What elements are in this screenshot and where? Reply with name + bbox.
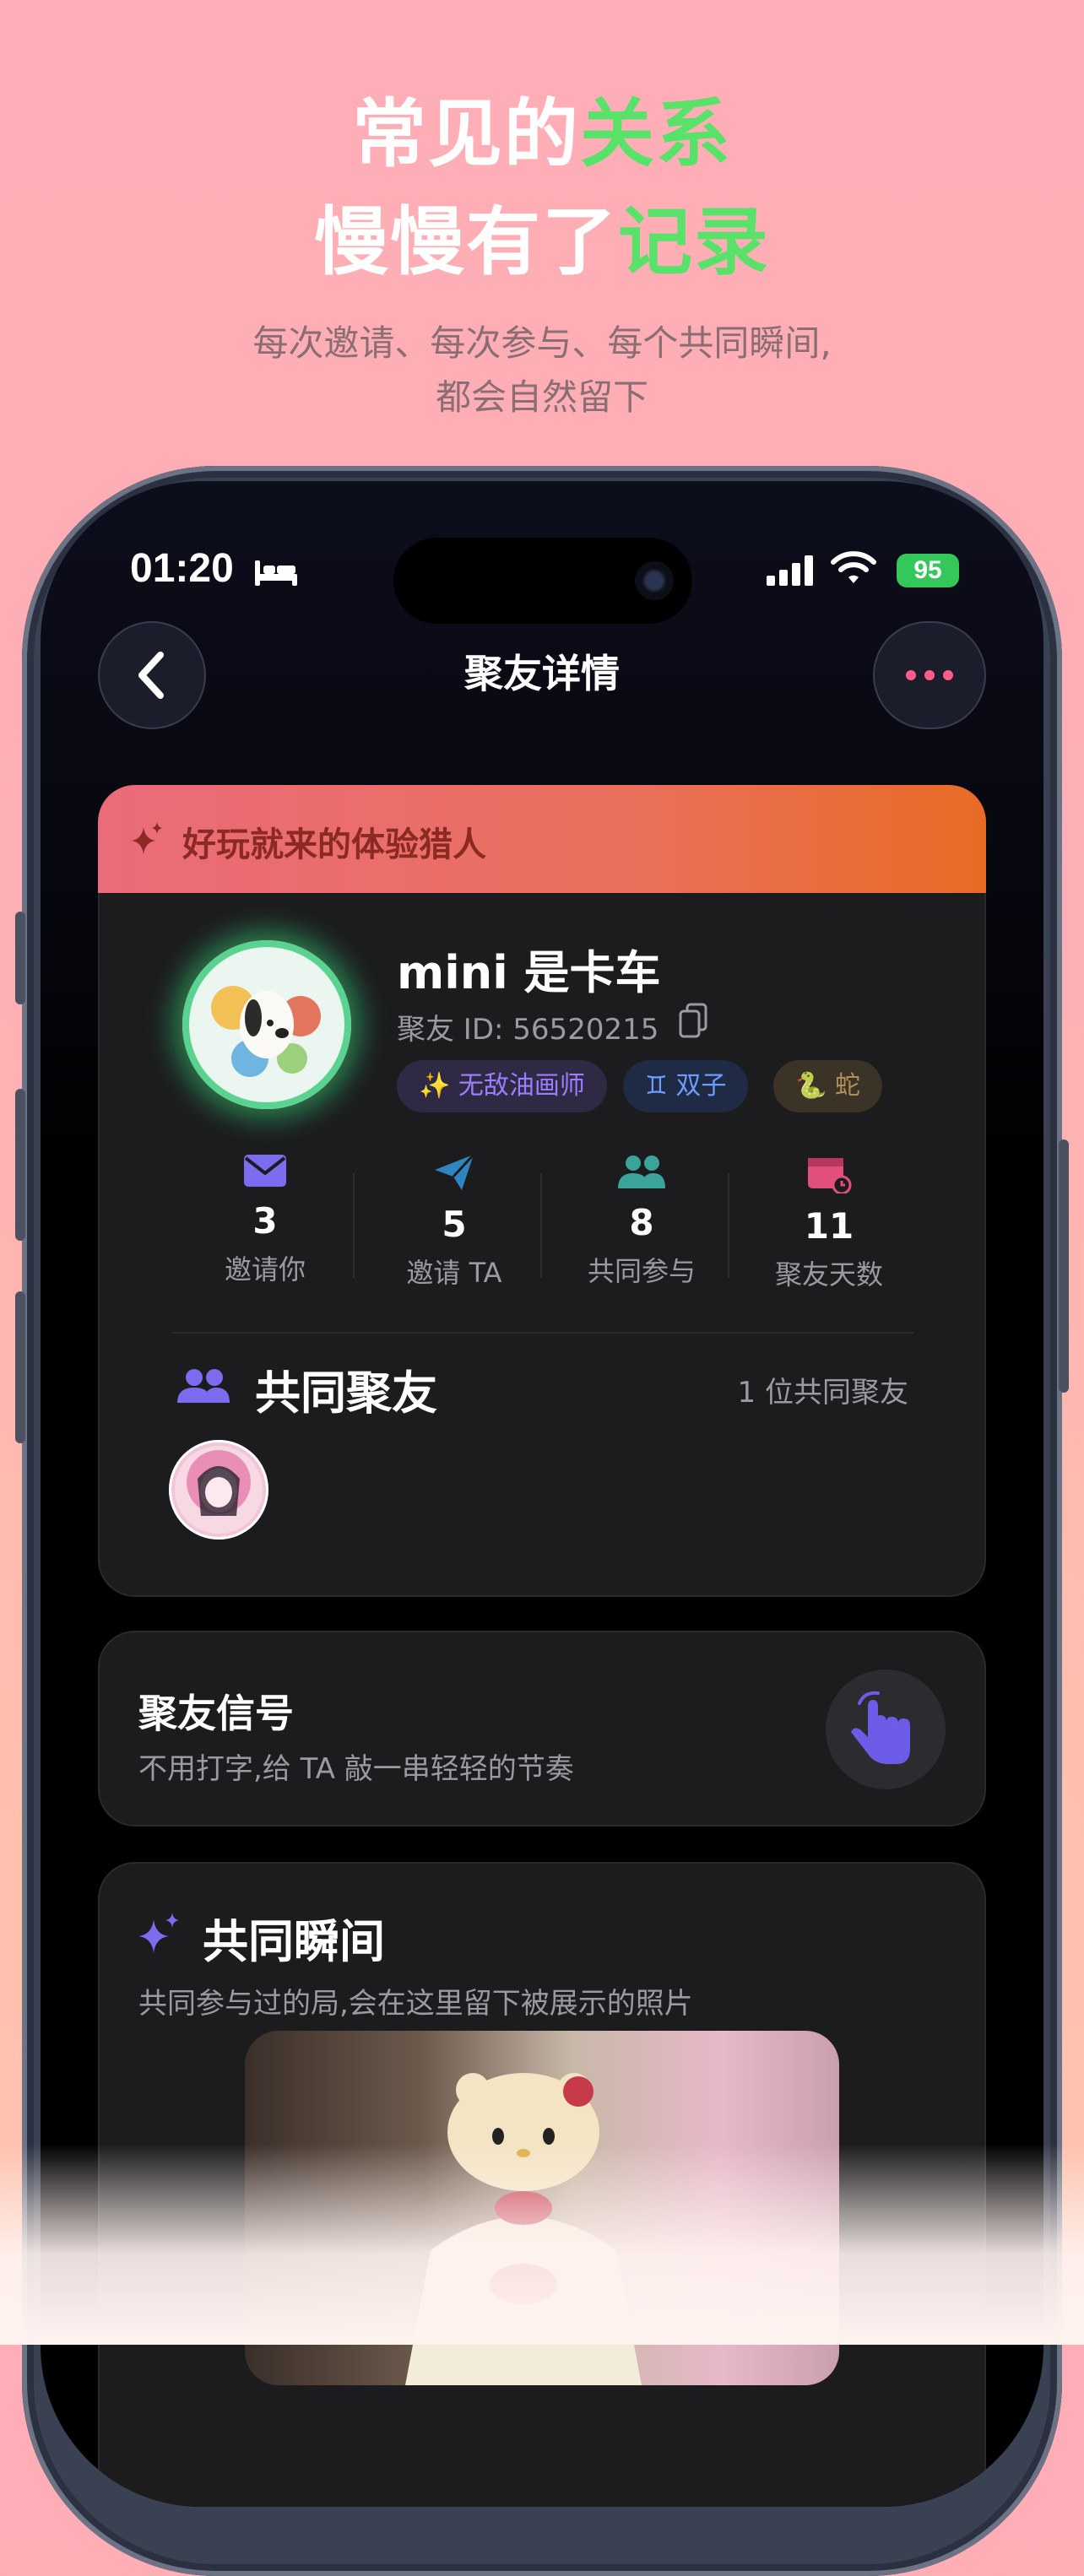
- cellular-signal-icon: [767, 555, 813, 586]
- battery-indicator: 95: [897, 554, 959, 587]
- stat-label: 邀请 TA: [406, 1257, 502, 1289]
- battery-level: 95: [913, 556, 942, 584]
- tap-hand-icon: [851, 1691, 910, 1764]
- status-bar: 01:20 95: [41, 545, 1043, 613]
- side-button: [15, 1089, 25, 1241]
- divider: [540, 1173, 542, 1278]
- hero-subtitle-line: 都会自然留下: [435, 376, 648, 418]
- anime-girl-illustration: [175, 1446, 263, 1534]
- profile-card: 好玩就来的体验猎人 mini 是卡车 聚友 ID: 56520215 ✨ 无敌油…: [98, 785, 986, 1597]
- tap-rhythm-button[interactable]: [826, 1670, 946, 1789]
- divider: [353, 1173, 355, 1278]
- stat-friend-days: 11 聚友天数: [736, 1153, 922, 1292]
- people-icon: [177, 1369, 230, 1403]
- side-button: [1059, 1139, 1069, 1393]
- signal-title: 聚友信号: [138, 1691, 294, 1736]
- stat-label: 邀请你: [224, 1253, 306, 1285]
- hero-text: 慢慢有了: [313, 198, 618, 285]
- tag-zodiac: ♊ 双子: [623, 1060, 749, 1112]
- sparkle-icon: [132, 822, 162, 854]
- wifi-icon: [831, 551, 876, 583]
- more-dots-icon: [906, 670, 953, 680]
- more-button[interactable]: [873, 621, 986, 729]
- hero-highlight: 记录: [618, 198, 771, 285]
- stat-number: 11: [804, 1205, 854, 1247]
- profile-avatar[interactable]: [171, 928, 363, 1121]
- status-time: 01:20: [130, 546, 234, 591]
- dog-illustration: [211, 986, 321, 1077]
- paper-plane-icon: [435, 1153, 475, 1190]
- signal-card[interactable]: 聚友信号 不用打字,给 TA 敲一串轻轻的节奏: [98, 1631, 986, 1826]
- hero: 常见的关系 慢慢有了记录 每次邀请、每次参与、每个共同瞬间, 都会自然留下: [0, 80, 1084, 425]
- hero-headline-1: 常见的关系: [0, 80, 1084, 188]
- copy-icon[interactable]: [677, 1003, 711, 1040]
- stat-number: 8: [629, 1202, 654, 1243]
- stat-joined-together: 8 共同参与: [549, 1153, 734, 1289]
- divider: [172, 1332, 913, 1334]
- envelope-icon: [244, 1155, 286, 1187]
- bed-icon: [255, 560, 297, 586]
- user-id-label: 聚友 ID:: [397, 1013, 504, 1047]
- stat-label: 共同参与: [587, 1255, 696, 1287]
- hero-highlight: 关系: [580, 90, 733, 177]
- moments-subtitle: 共同参与过的局,会在这里留下被展示的照片: [138, 1987, 693, 2021]
- hero-headline-2: 慢慢有了记录: [0, 188, 1084, 296]
- profile-banner: 好玩就来的体验猎人: [98, 785, 986, 893]
- avatar-image: [182, 940, 351, 1109]
- mutual-friends-title: 共同聚友: [255, 1366, 437, 1420]
- stat-number: 5: [442, 1204, 467, 1245]
- sparkle-icon: [138, 1913, 179, 1953]
- user-name: mini 是卡车: [397, 946, 661, 999]
- hero-subtitle: 每次邀请、每次参与、每个共同瞬间, 都会自然留下: [0, 317, 1084, 425]
- banner-text: 好玩就来的体验猎人: [182, 825, 486, 864]
- signal-subtitle: 不用打字,给 TA 敲一串轻轻的节奏: [138, 1752, 574, 1786]
- divider: [728, 1173, 729, 1278]
- bottom-fade: [0, 2144, 1084, 2345]
- stat-invited-ta: 5 邀请 TA: [361, 1153, 547, 1291]
- mutual-friends-count[interactable]: 1 位共同聚友: [738, 1369, 908, 1410]
- mutual-friend-avatar[interactable]: [169, 1440, 268, 1540]
- tag-chinese-zodiac: 🐍 蛇: [773, 1060, 882, 1112]
- user-id: 聚友 ID: 56520215: [397, 1006, 659, 1047]
- people-icon: [618, 1155, 665, 1188]
- stat-label: 聚友天数: [774, 1258, 883, 1291]
- stat-number: 3: [252, 1200, 278, 1242]
- hero-text: 常见的: [351, 90, 580, 177]
- tag-title: ✨ 无敌油画师: [397, 1060, 607, 1112]
- side-button: [15, 1291, 25, 1443]
- hero-subtitle-line: 每次邀请、每次参与、每个共同瞬间,: [252, 322, 832, 364]
- side-button: [15, 912, 25, 1004]
- stat-invited-you: 3 邀请你: [172, 1153, 358, 1287]
- user-id-value: 56520215: [512, 1013, 659, 1047]
- moments-title: 共同瞬间: [203, 1915, 385, 1968]
- calendar-clock-icon: [808, 1158, 852, 1195]
